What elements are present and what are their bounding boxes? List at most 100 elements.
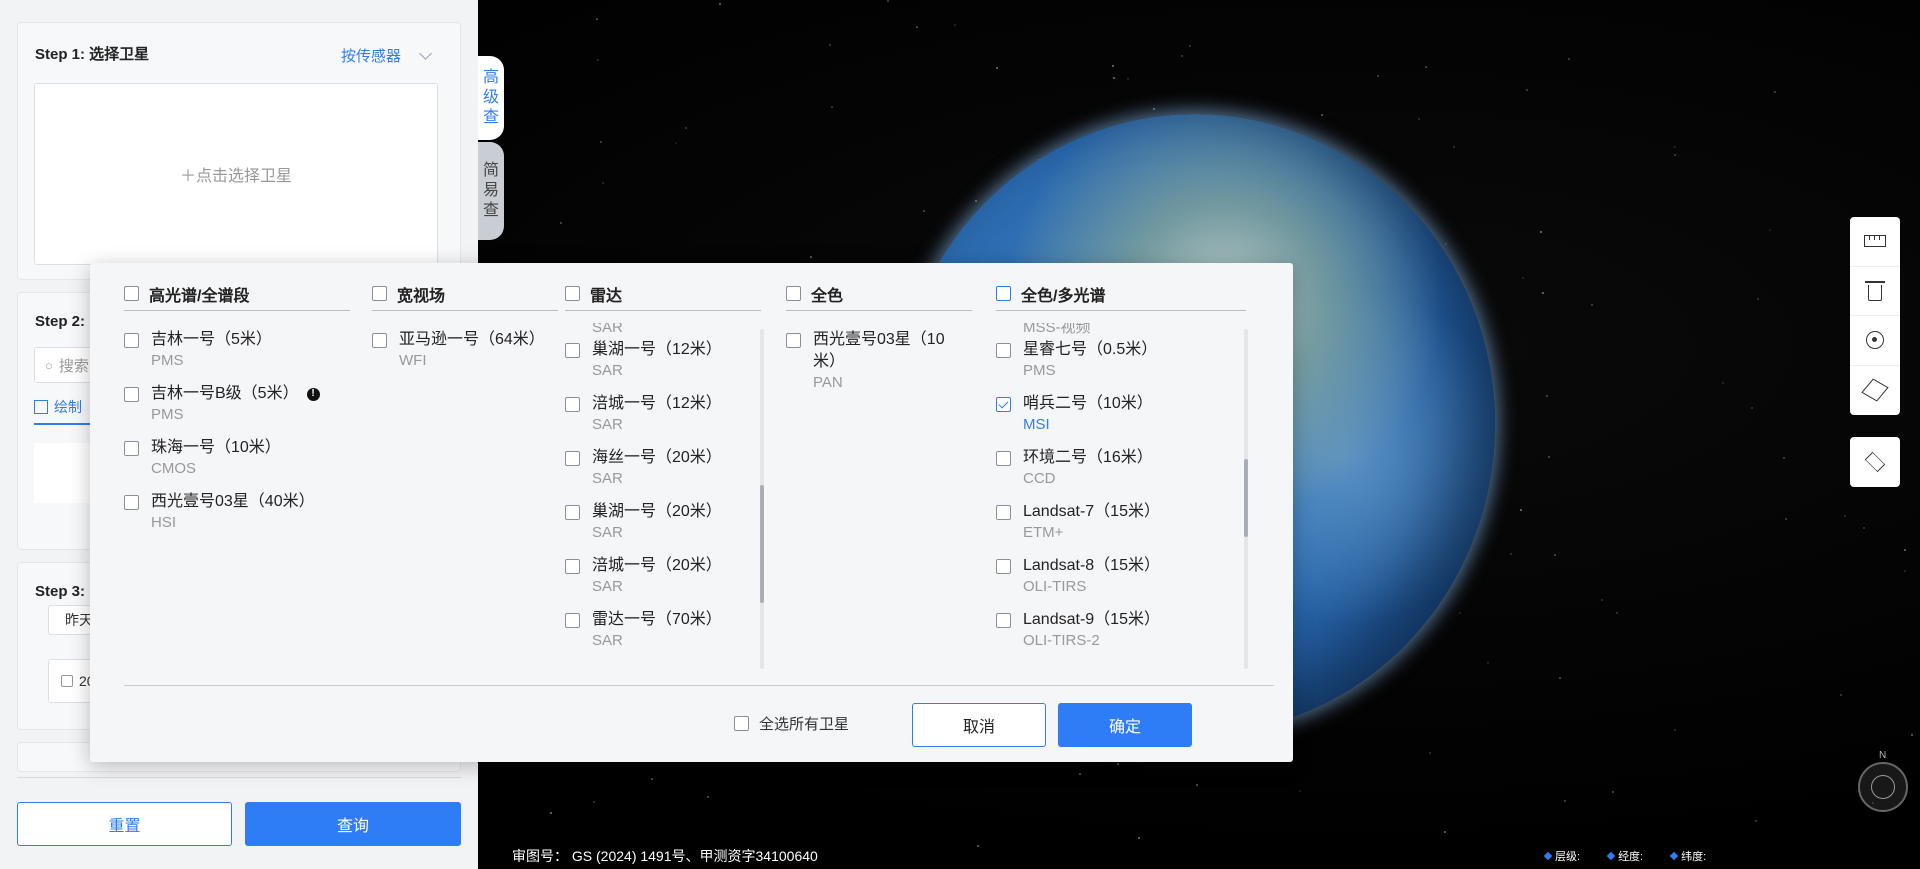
column-select-checkbox[interactable]: [372, 286, 387, 301]
star: [595, 18, 598, 21]
satellite-name: 哨兵二号（10米）: [1023, 395, 1153, 412]
star: [1904, 569, 1907, 572]
star: [1768, 228, 1771, 231]
column-header[interactable]: 全色: [786, 277, 972, 311]
sensor-type: WFI: [399, 352, 427, 369]
satellite-list[interactable]: 吉林一号（5米） PMS 吉林一号B级（5米）! PMS 珠海一号（10米） CMOS 西光…: [124, 329, 340, 669]
clear-button[interactable]: [1850, 267, 1900, 316]
satellite-list[interactable]: MSS-视频 星睿七号（0.5米） PMS 哨兵二号（10米） MSI 环境二号（16米）…: [996, 323, 1236, 663]
list-item[interactable]: 环境二号（16米） CCD: [996, 447, 1236, 501]
satellite-list[interactable]: 亚马逊一号（64米） WFI: [372, 329, 548, 669]
satellite-name: 巢湖一号（20米）: [592, 503, 722, 520]
measure-button[interactable]: [1850, 217, 1900, 267]
step3-title: Step 3:: [35, 583, 86, 600]
column-select-checkbox[interactable]: [565, 286, 580, 301]
satellite-list[interactable]: SAR 巢湖一号（12米） SAR 涪城一号（12米） SAR 海丝一号（20米） SAR 巢…: [565, 323, 751, 663]
list-item[interactable]: 吉林一号（5米） PMS: [124, 329, 340, 383]
column-scrollbar[interactable]: [760, 329, 764, 669]
star: [886, 0, 889, 3]
list-item[interactable]: 西光壹号03星（10米） PAN: [786, 329, 962, 391]
sensor-type: SAR: [592, 416, 623, 433]
satellite-checkbox[interactable]: [786, 333, 801, 348]
list-item[interactable]: 哨兵二号（10米） MSI: [996, 393, 1236, 447]
satellite-checkbox[interactable]: [565, 559, 580, 574]
column-header[interactable]: 雷达: [565, 277, 761, 311]
compass-control[interactable]: [1858, 762, 1908, 812]
tab-advanced-query[interactable]: 高 级 查: [478, 56, 504, 140]
list-item[interactable]: 亚马逊一号（64米） WFI: [372, 329, 548, 383]
star: [602, 182, 604, 185]
scrollbar-thumb[interactable]: [1244, 459, 1248, 537]
satellite-text: 巢湖一号（12米） SAR: [592, 339, 722, 381]
list-item[interactable]: 涪城一号（12米） SAR: [565, 393, 751, 447]
satellite-checkbox[interactable]: [124, 387, 139, 402]
satellite-checkbox[interactable]: [565, 505, 580, 520]
select-all-satellites[interactable]: 全选所有卫星: [734, 713, 849, 734]
list-item[interactable]: 巢湖一号（20米） SAR: [565, 501, 751, 555]
draw-tools-area[interactable]: [34, 443, 94, 503]
confirm-button[interactable]: 确定: [1058, 703, 1192, 747]
reset-button[interactable]: 重置: [17, 802, 232, 846]
column-select-checkbox[interactable]: [786, 286, 801, 301]
satellite-checkbox[interactable]: [565, 613, 580, 628]
satellite-column: 雷达 SAR 巢湖一号（12米） SAR 涪城一号（12米） SAR 海丝一号（20米） SA…: [565, 263, 761, 673]
compass-north-label: N: [1879, 750, 1887, 761]
sensor-type: HSI: [151, 514, 177, 531]
star: [1755, 820, 1758, 822]
list-item[interactable]: Landsat-8（15米） OLI-TIRS: [996, 555, 1236, 609]
locate-button[interactable]: [1850, 316, 1900, 366]
column-header[interactable]: 全色/多光谱: [996, 277, 1246, 311]
star: [915, 25, 918, 28]
list-item[interactable]: 海丝一号（20米） SAR: [565, 447, 751, 501]
column-scrollbar[interactable]: [1244, 329, 1248, 669]
column-select-checkbox[interactable]: [124, 286, 139, 301]
list-item[interactable]: Landsat-7（15米） ETM+: [996, 501, 1236, 555]
column-header[interactable]: 高光谱/全谱段: [124, 277, 350, 311]
star: [1844, 515, 1847, 518]
tab-simple-query[interactable]: 简 易 查: [478, 142, 504, 240]
star: [1418, 117, 1421, 120]
list-item[interactable]: 星睿七号（0.5米） PMS: [996, 339, 1236, 393]
satellite-checkbox[interactable]: [996, 505, 1011, 520]
satellite-checkbox[interactable]: [996, 613, 1011, 628]
satellite-checkbox[interactable]: [996, 343, 1011, 358]
satellite-name: 星睿七号（0.5米）: [1023, 341, 1158, 358]
warning-icon[interactable]: !: [306, 387, 320, 401]
satellite-checkbox[interactable]: [565, 451, 580, 466]
3d-view-button[interactable]: [1850, 366, 1900, 416]
layers-button[interactable]: [1850, 437, 1900, 487]
select-all-checkbox[interactable]: [734, 716, 749, 731]
satellite-checkbox[interactable]: [996, 451, 1011, 466]
satellite-checkbox[interactable]: [124, 441, 139, 456]
satellite-text: 星睿七号（0.5米） PMS: [1023, 339, 1157, 381]
list-item[interactable]: 巢湖一号（12米） SAR: [565, 339, 751, 393]
sensor-type: OLI-TIRS-2: [1023, 632, 1100, 649]
column-title: 宽视场: [397, 287, 446, 305]
sensor-toggle[interactable]: 按传感器: [341, 45, 432, 66]
satellite-checkbox[interactable]: [124, 333, 139, 348]
satellite-checkbox[interactable]: [996, 559, 1011, 574]
satellite-checkbox[interactable]: [565, 343, 580, 358]
column-select-checkbox[interactable]: [996, 286, 1011, 301]
list-item[interactable]: 涪城一号（20米） SAR: [565, 555, 751, 609]
list-item[interactable]: 吉林一号B级（5米）! PMS: [124, 383, 340, 437]
satellite-checkbox[interactable]: [372, 333, 387, 348]
calendar-icon: [61, 675, 73, 687]
satellite-column: 高光谱/全谱段吉林一号（5米） PMS 吉林一号B级（5米）! PMS 珠海一号（10米…: [124, 263, 350, 673]
satellite-checkbox[interactable]: [996, 397, 1011, 412]
list-item[interactable]: 西光壹号03星（40米） HSI: [124, 491, 340, 545]
satellite-checkbox[interactable]: [124, 495, 139, 510]
scrollbar-thumb[interactable]: [760, 485, 764, 603]
satellite-list[interactable]: 西光壹号03星（10米） PAN: [786, 329, 962, 669]
query-button[interactable]: 查询: [245, 802, 461, 846]
cancel-button[interactable]: 取消: [912, 703, 1046, 747]
satellite-text: 亚马逊一号（64米） WFI: [399, 329, 545, 371]
list-item[interactable]: 珠海一号（10米） CMOS: [124, 437, 340, 491]
select-satellite-box[interactable]: ＋点击选择卫星: [34, 83, 438, 265]
list-item[interactable]: Landsat-9（15米） OLI-TIRS-2: [996, 609, 1236, 663]
column-header[interactable]: 宽视场: [372, 277, 558, 311]
draw-rect-icon: [34, 400, 48, 414]
list-item[interactable]: 雷达一号（70米） SAR: [565, 609, 751, 663]
panel-divider: [17, 777, 461, 778]
satellite-checkbox[interactable]: [565, 397, 580, 412]
